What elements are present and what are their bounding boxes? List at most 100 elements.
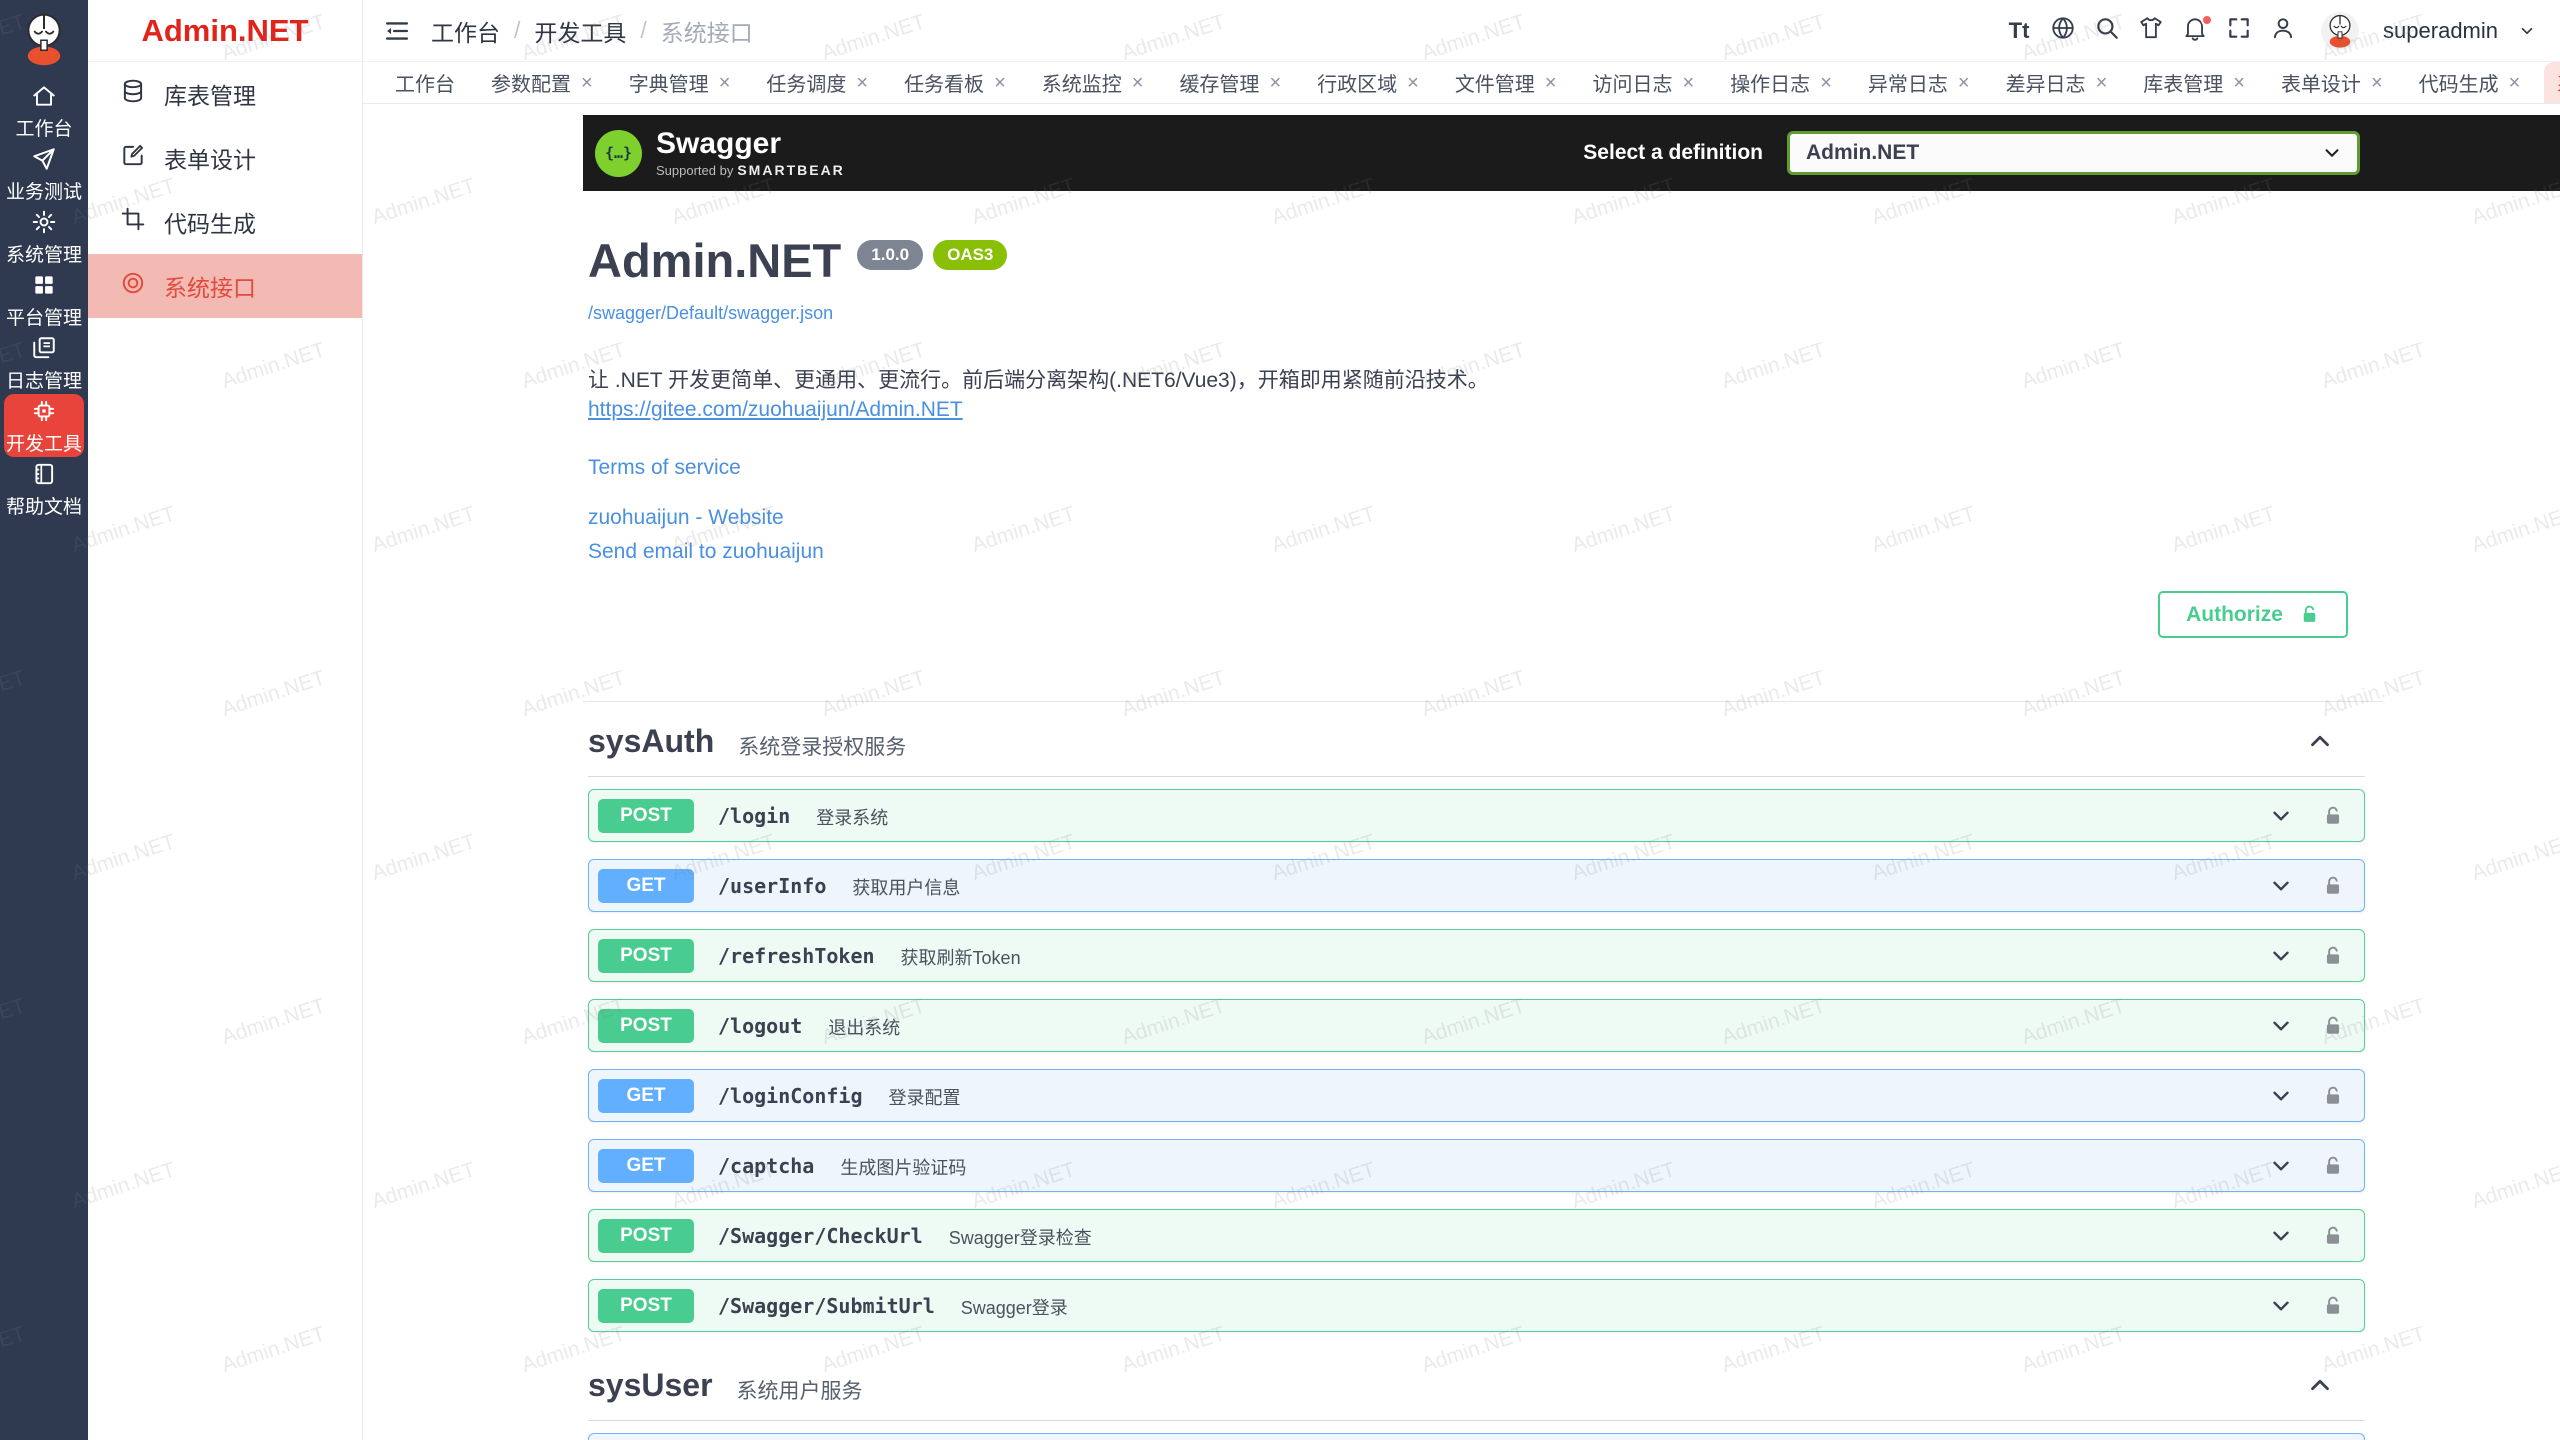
app-logo[interactable] <box>14 9 74 69</box>
rail-item[interactable]: 工作台 <box>4 79 84 142</box>
rail-item[interactable]: 平台管理 <box>4 268 84 331</box>
definition-select[interactable]: Admin.NET <box>1787 131 2360 175</box>
auth-lock-icon[interactable] <box>2322 875 2344 897</box>
section-divider <box>588 1420 2365 1421</box>
endpoint-row[interactable]: POST /Swagger/SubmitUrl Swagger登录 <box>588 1279 2365 1332</box>
authorize-button[interactable]: Authorize <box>2158 591 2348 638</box>
sidebar-item[interactable]: 系统接口 <box>88 254 362 318</box>
close-tab-icon[interactable]: × <box>2096 73 2108 93</box>
endpoint-row[interactable]: GET /captcha 生成图片验证码 <box>588 1139 2365 1192</box>
auth-lock-icon[interactable] <box>2322 1015 2344 1037</box>
auth-lock-icon[interactable] <box>2322 945 2344 967</box>
email-link[interactable]: Send email to zuohuaijun <box>588 540 824 564</box>
expand-endpoint-icon[interactable] <box>2268 943 2294 969</box>
close-tab-icon[interactable]: × <box>1958 73 1970 93</box>
close-tab-icon[interactable]: × <box>1407 73 1419 93</box>
theme-icon[interactable] <box>2137 17 2165 45</box>
rail-item[interactable]: 日志管理 <box>4 331 84 394</box>
username[interactable]: superadmin <box>2383 18 2498 44</box>
close-tab-icon[interactable]: × <box>1683 73 1695 93</box>
tab[interactable]: 异常日志 × <box>1856 62 1982 103</box>
profile-icon[interactable] <box>2269 17 2297 45</box>
font-size-icon[interactable]: Tt <box>2005 17 2033 45</box>
tab[interactable]: 行政区域 × <box>1305 62 1431 103</box>
tab[interactable]: 差异日志 × <box>1994 62 2120 103</box>
language-icon[interactable] <box>2049 17 2077 45</box>
auth-lock-icon[interactable] <box>2322 1085 2344 1107</box>
expand-endpoint-icon[interactable] <box>2268 1223 2294 1249</box>
expand-endpoint-icon[interactable] <box>2268 1013 2294 1039</box>
user-menu-chevron-icon[interactable] <box>2518 22 2536 40</box>
tab[interactable]: 操作日志 × <box>1718 62 1844 103</box>
tab[interactable]: 系统接口 × <box>2544 62 2560 103</box>
tab[interactable]: 工作台 <box>383 62 467 103</box>
close-tab-icon[interactable]: × <box>1545 73 1557 93</box>
close-tab-icon[interactable]: × <box>2371 73 2383 93</box>
rail-item[interactable]: 开发工具 <box>4 394 84 457</box>
close-tab-icon[interactable]: × <box>1820 73 1832 93</box>
close-tab-icon[interactable]: × <box>1132 73 1144 93</box>
expand-endpoint-icon[interactable] <box>2268 1153 2294 1179</box>
sidebar-item[interactable]: 代码生成 <box>88 190 362 254</box>
expand-endpoint-icon[interactable] <box>2268 1083 2294 1109</box>
spec-url-link[interactable]: /swagger/Default/swagger.json <box>588 303 833 324</box>
repo-link[interactable]: https://gitee.com/zuohuaijun/Admin.NET <box>588 398 963 422</box>
tab[interactable]: 参数配置 × <box>479 62 605 103</box>
rail-item[interactable]: 系统管理 <box>4 205 84 268</box>
fullscreen-icon[interactable] <box>2225 17 2253 45</box>
tab-label: 异常日志 <box>1868 68 1948 97</box>
rail-item[interactable]: 帮助文档 <box>4 457 84 520</box>
close-tab-icon[interactable]: × <box>719 73 731 93</box>
tab[interactable]: 系统监控 × <box>1030 62 1156 103</box>
auth-lock-icon[interactable] <box>2322 1225 2344 1247</box>
endpoint-row-partial[interactable] <box>588 1433 2365 1440</box>
rail-item[interactable]: 业务测试 <box>4 142 84 205</box>
tab[interactable]: 表单设计 × <box>2269 62 2395 103</box>
tab-label: 表单设计 <box>2281 68 2361 97</box>
method-badge: POST <box>598 799 694 833</box>
section-header[interactable]: sysUser 系统用户服务 <box>588 1360 2365 1410</box>
collapse-section-icon[interactable] <box>2305 1370 2335 1400</box>
close-tab-icon[interactable]: × <box>581 73 593 93</box>
tab[interactable]: 字典管理 × <box>617 62 743 103</box>
endpoint-description: 获取用户信息 <box>852 874 960 900</box>
endpoint-description: 获取刷新Token <box>901 944 1021 970</box>
endpoint-row[interactable]: GET /userInfo 获取用户信息 <box>588 859 2365 912</box>
endpoint-row[interactable]: GET /loginConfig 登录配置 <box>588 1069 2365 1122</box>
tab[interactable]: 代码生成 × <box>2407 62 2533 103</box>
menu-collapse-icon[interactable] <box>383 17 411 45</box>
tab[interactable]: 任务调度 × <box>754 62 880 103</box>
endpoint-row[interactable]: POST /logout 退出系统 <box>588 999 2365 1052</box>
close-tab-icon[interactable]: × <box>856 73 868 93</box>
expand-endpoint-icon[interactable] <box>2268 1293 2294 1319</box>
section-header[interactable]: sysAuth 系统登录授权服务 <box>588 716 2365 766</box>
terms-of-service-link[interactable]: Terms of service <box>588 456 741 480</box>
endpoint-row[interactable]: POST /login 登录系统 <box>588 789 2365 842</box>
notification-icon[interactable] <box>2181 17 2209 45</box>
sidebar-item[interactable]: 表单设计 <box>88 126 362 190</box>
endpoint-row[interactable]: POST /Swagger/CheckUrl Swagger登录检查 <box>588 1209 2365 1262</box>
auth-lock-icon[interactable] <box>2322 1155 2344 1177</box>
tab[interactable]: 缓存管理 × <box>1167 62 1293 103</box>
breadcrumb-item[interactable]: 工作台 <box>431 14 500 48</box>
collapse-section-icon[interactable] <box>2305 726 2335 756</box>
breadcrumb-item[interactable]: 开发工具 <box>534 14 626 48</box>
tab[interactable]: 访问日志 × <box>1581 62 1707 103</box>
endpoint-row[interactable]: POST /refreshToken 获取刷新Token <box>588 929 2365 982</box>
close-tab-icon[interactable]: × <box>1269 73 1281 93</box>
tab[interactable]: 库表管理 × <box>2131 62 2257 103</box>
close-tab-icon[interactable]: × <box>2509 73 2521 93</box>
sidebar-item[interactable]: 库表管理 <box>88 62 362 126</box>
tab[interactable]: 任务看板 × <box>892 62 1018 103</box>
website-link[interactable]: zuohuaijun - Website <box>588 506 784 530</box>
search-icon[interactable] <box>2093 17 2121 45</box>
expand-endpoint-icon[interactable] <box>2268 873 2294 899</box>
auth-lock-icon[interactable] <box>2322 1295 2344 1317</box>
tab[interactable]: 文件管理 × <box>1443 62 1569 103</box>
avatar[interactable] <box>2321 12 2359 50</box>
close-tab-icon[interactable]: × <box>2233 73 2245 93</box>
auth-lock-icon[interactable] <box>2322 805 2344 827</box>
expand-endpoint-icon[interactable] <box>2268 803 2294 829</box>
close-tab-icon[interactable]: × <box>994 73 1006 93</box>
method-badge: POST <box>598 1219 694 1253</box>
